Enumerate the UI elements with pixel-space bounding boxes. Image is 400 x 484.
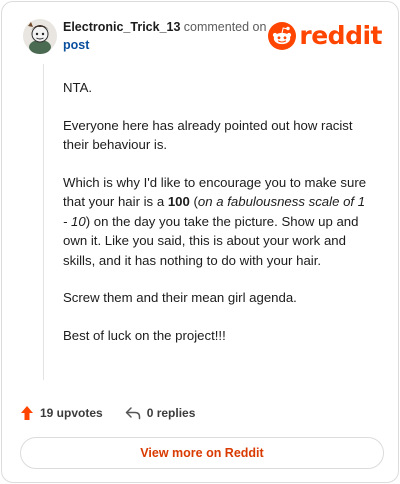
upvote-count: 19 upvotes bbox=[40, 406, 103, 420]
comment-paragraph: Screw them and their mean girl agenda. bbox=[63, 290, 297, 305]
comment-body: NTA. Everyone here has already pointed o… bbox=[63, 78, 368, 363]
comment-actions: 19 upvotes 0 replies bbox=[20, 402, 195, 424]
username-link[interactable]: Electronic_Trick_13 bbox=[63, 20, 180, 34]
reddit-logo-icon bbox=[268, 22, 297, 50]
post-link[interactable]: post bbox=[63, 36, 278, 54]
view-more-button[interactable]: View more on Reddit bbox=[20, 437, 384, 469]
thread-line bbox=[43, 64, 44, 380]
bold-text: 100 bbox=[167, 194, 190, 209]
reply-button[interactable]: 0 replies bbox=[125, 406, 196, 420]
comment-paragraph: Everyone here has already pointed out ho… bbox=[63, 117, 353, 153]
commented-on-label: commented on bbox=[183, 20, 267, 34]
comment-paragraph: NTA. bbox=[63, 80, 93, 95]
comment-meta: Electronic_Trick_13 commented on post bbox=[63, 18, 278, 54]
comment-paragraph: Which is why I'd like to encourage you t… bbox=[63, 174, 367, 268]
reddit-wordmark: reddit bbox=[299, 21, 382, 50]
reddit-brand[interactable]: reddit bbox=[268, 22, 382, 50]
reply-count: 0 replies bbox=[146, 406, 196, 420]
avatar[interactable] bbox=[22, 18, 58, 54]
upvote-button[interactable]: 19 upvotes bbox=[20, 405, 103, 421]
upvote-arrow-icon bbox=[21, 406, 33, 420]
reply-arrow-icon bbox=[125, 407, 140, 420]
comment-card: Electronic_Trick_13 commented on post re… bbox=[1, 1, 399, 483]
comment-header: Electronic_Trick_13 commented on post re… bbox=[22, 16, 382, 56]
comment-paragraph: Best of luck on the project!!! bbox=[63, 327, 226, 343]
